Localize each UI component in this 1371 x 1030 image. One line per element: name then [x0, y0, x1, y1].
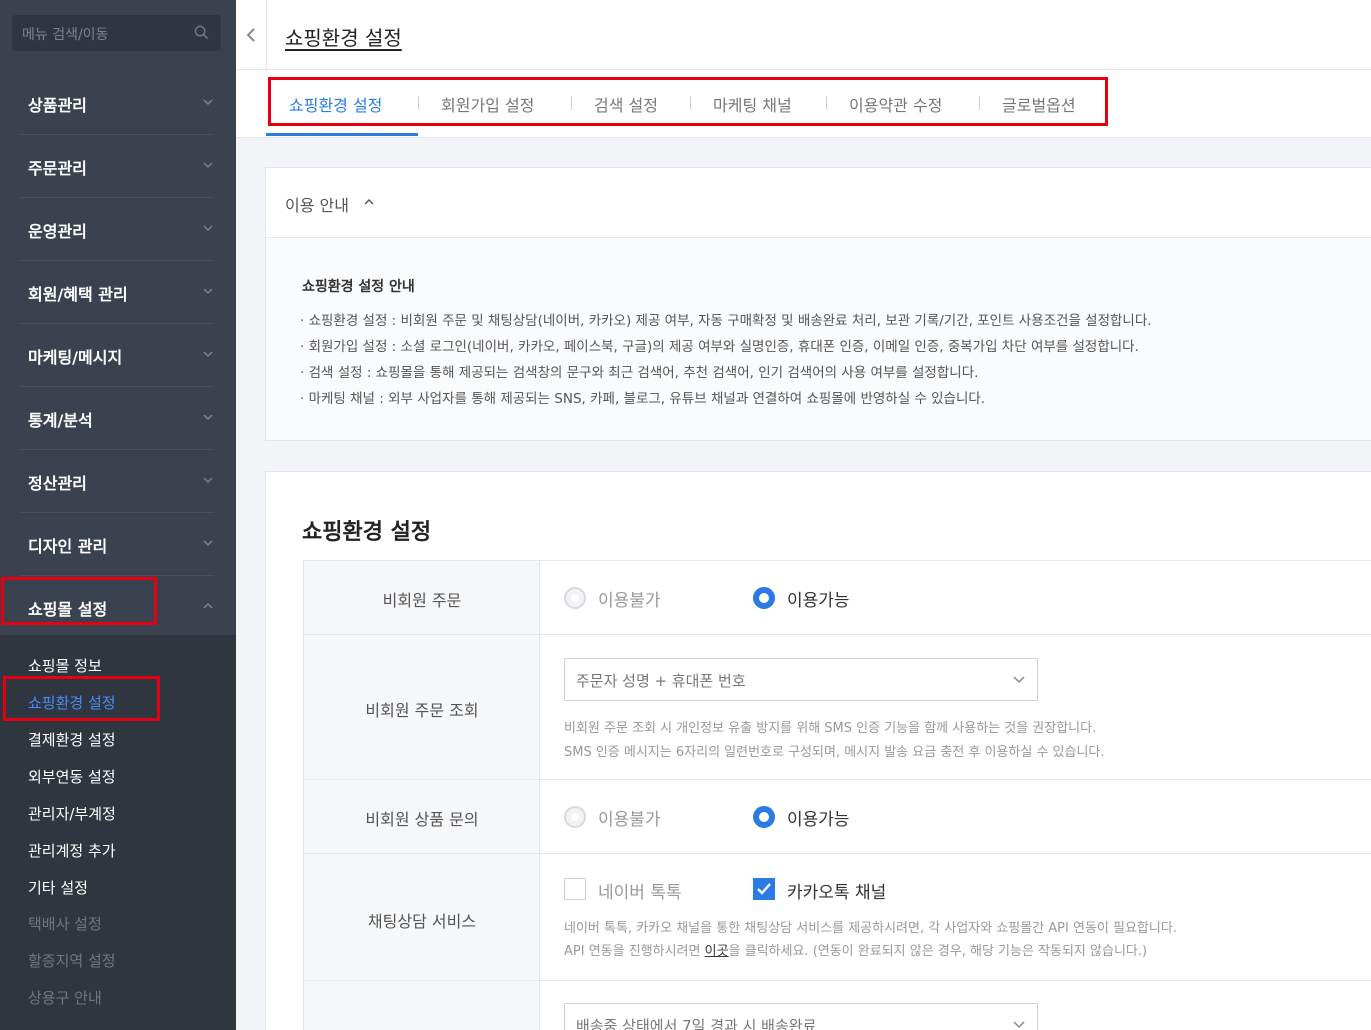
help-text: API 연동을 진행하시려면 이곳을 클릭하세요. (연동이 완료되지 않은 경…	[564, 940, 1147, 959]
api-link[interactable]: 이곳	[705, 944, 729, 959]
usage-guide-panel: 이용 안내 쇼핑환경 설정 안내 · 쇼핑환경 설정 : 비회원 주문 및 채팅…	[265, 167, 1371, 441]
chevron-down-icon	[203, 414, 213, 421]
chevron-down-icon	[203, 351, 213, 358]
sidebar-item-products[interactable]: 상품관리	[20, 72, 214, 135]
sidebar-sub-surcharge[interactable]: 할증지역 설정	[28, 950, 116, 971]
row-header: 비회원 주문	[304, 561, 540, 634]
select-value: 배송중 상태에서 7일 경과 시 배송완료	[576, 1017, 817, 1030]
help-text-post: 을 클릭하세요. (연동이 완료되지 않은 경우, 해당 기능은 작동되지 않습…	[728, 944, 1148, 959]
sidebar-item-label: 회원/혜택 관리	[28, 285, 128, 304]
sidebar-item-design[interactable]: 디자인 관리	[20, 513, 214, 576]
row-header	[304, 981, 540, 1030]
guide-line: · 쇼핑환경 설정 : 비회원 주문 및 채팅상담(네이버, 카카오) 제공 여…	[300, 313, 1152, 329]
sidebar-item-marketing[interactable]: 마케팅/메시지	[20, 324, 214, 387]
header-divider	[266, 0, 267, 70]
chevron-left-icon[interactable]	[244, 26, 258, 44]
row-guest-lookup: 비회원 주문 조회 주문자 성명 + 휴대폰 번호 비회원 주문 조회 시 개인…	[304, 635, 1371, 780]
highlight-box-tabs	[268, 77, 1108, 126]
row-label: 비회원 상품 문의	[365, 810, 479, 829]
sidebar: 메뉴 검색/이동 상품관리 주문관리 운영관리 회원/혜택 관리 마케팅/메시지…	[0, 0, 236, 1030]
help-text: 네이버 톡톡, 카카오 채널을 통한 채팅상담 서비스를 제공하시려면, 각 사…	[564, 921, 1177, 936]
settings-panel: 쇼핑환경 설정 비회원 주문 이용불가 이용가능 비회원 주문 조회 주문자 성…	[265, 471, 1371, 1030]
chevron-down-icon	[203, 99, 213, 106]
sidebar-sub-external[interactable]: 외부연동 설정	[28, 766, 116, 787]
select-value: 주문자 성명 + 휴대폰 번호	[576, 672, 746, 690]
chevron-up-icon	[364, 199, 374, 205]
sidebar-item-label: 정산관리	[28, 474, 87, 493]
guide-title: 쇼핑환경 설정 안내	[302, 279, 415, 295]
guide-line: · 회원가입 설정 : 소셜 로그인(네이버, 카카오, 페이스북, 구글)의 …	[300, 339, 1139, 355]
delivery-complete-select[interactable]: 배송중 상태에서 7일 경과 시 배송완료	[564, 1003, 1038, 1030]
usage-guide-toggle[interactable]: 이용 안내	[266, 168, 1371, 238]
page-header: 쇼핑환경 설정	[236, 0, 1371, 70]
row-header: 비회원 주문 조회	[304, 635, 540, 779]
guest-inquiry-unavailable-radio[interactable]	[564, 806, 586, 828]
row-chat-service: 채팅상담 서비스 네이버 톡톡 카카오톡 채널 네이버 톡톡, 카카오 채널을 …	[304, 854, 1371, 981]
sidebar-sub-add-account[interactable]: 관리계정 추가	[28, 840, 116, 861]
row-header: 비회원 상품 문의	[304, 780, 540, 853]
sidebar-sub-courier[interactable]: 택배사 설정	[28, 913, 102, 934]
checkbox-label: 카카오톡 채널	[787, 883, 887, 903]
sidebar-sub-phrases[interactable]: 상용구 안내	[28, 987, 102, 1008]
active-tab-indicator	[266, 133, 418, 136]
chevron-up-icon	[203, 602, 213, 609]
chevron-down-icon	[203, 225, 213, 232]
radio-label: 이용가능	[787, 810, 850, 830]
naver-talk-checkbox[interactable]	[564, 878, 586, 900]
help-text: SMS 인증 메시지는 6자리의 일련번호로 구성되며, 메시지 발송 요금 충…	[564, 745, 1105, 760]
sidebar-item-label: 상품관리	[28, 96, 87, 115]
menu-search-placeholder: 메뉴 검색/이동	[22, 27, 109, 43]
guest-order-available-radio[interactable]	[753, 587, 775, 609]
chevron-down-icon	[1013, 1021, 1025, 1029]
sidebar-item-orders[interactable]: 주문관리	[20, 135, 214, 198]
row-label: 비회원 주문 조회	[365, 701, 479, 720]
sidebar-sub-payment-env[interactable]: 결제환경 설정	[28, 729, 116, 750]
highlight-box-shopping-env	[3, 676, 160, 721]
sidebar-sub-etc[interactable]: 기타 설정	[28, 877, 88, 898]
sidebar-item-label: 통계/분석	[28, 411, 93, 430]
radio-label: 이용가능	[787, 591, 850, 611]
sidebar-item-members[interactable]: 회원/혜택 관리	[20, 261, 214, 324]
sidebar-item-label: 마케팅/메시지	[28, 348, 123, 367]
guest-lookup-select[interactable]: 주문자 성명 + 휴대폰 번호	[564, 658, 1038, 701]
guest-inquiry-available-radio[interactable]	[753, 806, 775, 828]
chevron-down-icon	[203, 477, 213, 484]
row-guest-order: 비회원 주문 이용불가 이용가능	[304, 561, 1371, 635]
sidebar-item-label: 주문관리	[28, 159, 87, 178]
help-text-pre: API 연동을 진행하시려면	[564, 944, 705, 959]
section-title: 쇼핑환경 설정	[302, 520, 432, 545]
sidebar-sub-admin[interactable]: 관리자/부계정	[28, 803, 116, 824]
sidebar-item-statistics[interactable]: 통계/분석	[20, 387, 214, 450]
chevron-down-icon	[203, 288, 213, 295]
row-delivery: 배송중 상태에서 7일 경과 시 배송완료	[304, 981, 1371, 1030]
kakao-channel-checkbox[interactable]	[753, 878, 775, 900]
sidebar-menu: 상품관리 주문관리 운영관리 회원/혜택 관리 마케팅/메시지 통계/분석 정산…	[0, 72, 236, 639]
sidebar-item-label: 디자인 관리	[28, 537, 108, 556]
sidebar-item-settlement[interactable]: 정산관리	[20, 450, 214, 513]
search-icon[interactable]	[194, 25, 209, 40]
radio-label: 이용불가	[598, 591, 661, 611]
checkbox-label: 네이버 톡톡	[598, 883, 682, 903]
row-label: 채팅상담 서비스	[367, 912, 477, 931]
chevron-down-icon	[203, 162, 213, 169]
usage-guide-label: 이용 안내	[285, 196, 349, 215]
guide-line: · 마케팅 채널 : 외부 사업자를 통해 제공되는 SNS, 카페, 블로그,…	[300, 391, 986, 407]
sidebar-sub-shop-info[interactable]: 쇼핑몰 정보	[28, 655, 102, 676]
highlight-box-shop-settings	[1, 577, 157, 625]
page-title: 쇼핑환경 설정	[285, 26, 402, 50]
settings-table: 비회원 주문 이용불가 이용가능 비회원 주문 조회 주문자 성명 + 휴대폰 …	[303, 560, 1371, 1030]
row-header: 채팅상담 서비스	[304, 854, 540, 980]
guest-order-unavailable-radio[interactable]	[564, 587, 586, 609]
help-text: 비회원 주문 조회 시 개인정보 유출 방지를 위해 SMS 인증 기능을 함께…	[564, 721, 1097, 736]
menu-search-input[interactable]: 메뉴 검색/이동	[12, 15, 221, 51]
sidebar-item-label: 운영관리	[28, 222, 87, 241]
row-label: 비회원 주문	[382, 591, 462, 610]
radio-label: 이용불가	[598, 810, 661, 830]
chevron-down-icon	[203, 540, 213, 547]
guide-line: · 검색 설정 : 쇼핑몰을 통해 제공되는 검색창의 문구와 최근 검색어, …	[300, 365, 979, 381]
chevron-down-icon	[1013, 676, 1025, 684]
row-guest-inquiry: 비회원 상품 문의 이용불가 이용가능	[304, 780, 1371, 854]
sidebar-item-operations[interactable]: 운영관리	[20, 198, 214, 261]
